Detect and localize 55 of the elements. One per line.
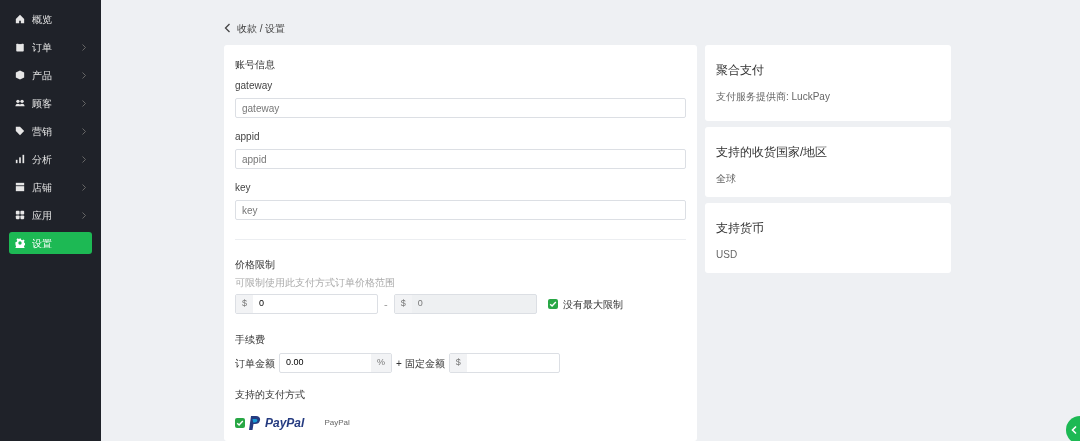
field-label: key [235, 181, 252, 195]
tag-icon [15, 126, 25, 136]
section-title: 账号信息 [235, 58, 276, 72]
card-title: 支持的收货国家/地区 [716, 145, 829, 160]
input-field[interactable]: key [235, 200, 686, 220]
card-text: USD [716, 248, 739, 263]
hint-text: 可限制使用此支付方式订单价格范围 [235, 276, 396, 290]
paypal-logo-icon [249, 415, 261, 431]
cube-icon [15, 70, 25, 80]
min-price-field[interactable]: $ 0 [235, 294, 378, 314]
section-title: 手续费 [235, 333, 266, 347]
card-title: 聚合支付 [716, 63, 765, 78]
input-field[interactable]: 0 [253, 295, 377, 313]
sidebar-item[interactable]: 产品 [9, 64, 92, 86]
input-field: 0 [411, 295, 536, 313]
settings-icon [15, 238, 25, 248]
input-field[interactable]: gateway [235, 98, 686, 118]
checkbox[interactable] [547, 299, 558, 309]
card-title: 支持货币 [716, 221, 765, 236]
percent-field[interactable]: 0.00 % [279, 353, 392, 373]
sidebar-item[interactable]: 店铺 [9, 176, 92, 198]
range-separator: - [384, 296, 388, 312]
field-label: gateway [235, 79, 274, 93]
sidebar-item[interactable]: 分析 [9, 148, 92, 170]
store-icon [15, 182, 25, 192]
breadcrumb: 收款 / 设置 [237, 21, 286, 36]
currency-addon: $ [449, 354, 467, 372]
checkbox-label: 没有最大限制 [562, 297, 623, 312]
section-title: 价格限制 [235, 258, 276, 272]
field-label: appid [235, 130, 261, 144]
sidebar-item[interactable]: 概览 [9, 8, 92, 30]
method-name: PayPal [324, 417, 350, 429]
field-label: 订单金额 [235, 356, 275, 371]
sidebar-item[interactable]: 顾客 [9, 92, 92, 114]
card-text: 全球 [716, 172, 737, 187]
bar-chart-icon [15, 154, 25, 164]
section-title: 支持的支付方式 [235, 388, 306, 402]
card-text: 支付服务提供商: LuckPay [716, 90, 831, 105]
input-field[interactable]: appid [235, 149, 686, 169]
checkbox[interactable] [235, 418, 245, 428]
sidebar-item[interactable]: 营销 [9, 120, 92, 142]
sidebar-item[interactable]: 应用 [9, 204, 92, 226]
apps-icon [15, 210, 25, 220]
chevron-left-icon [1070, 425, 1078, 435]
input-field[interactable]: 0.00 [280, 354, 371, 372]
back-icon[interactable] [224, 23, 231, 33]
brand-name: PayPal [265, 415, 305, 432]
sidebar-item[interactable]: 订单 [9, 36, 92, 58]
percent-addon: % [371, 354, 391, 372]
currency-addon: $ [394, 295, 412, 313]
home-icon [15, 14, 25, 24]
field-label: + 固定金额 [396, 356, 445, 371]
people-icon [15, 98, 25, 108]
currency-addon: $ [236, 295, 253, 313]
fixed-amount-field[interactable]: $ [448, 353, 560, 373]
